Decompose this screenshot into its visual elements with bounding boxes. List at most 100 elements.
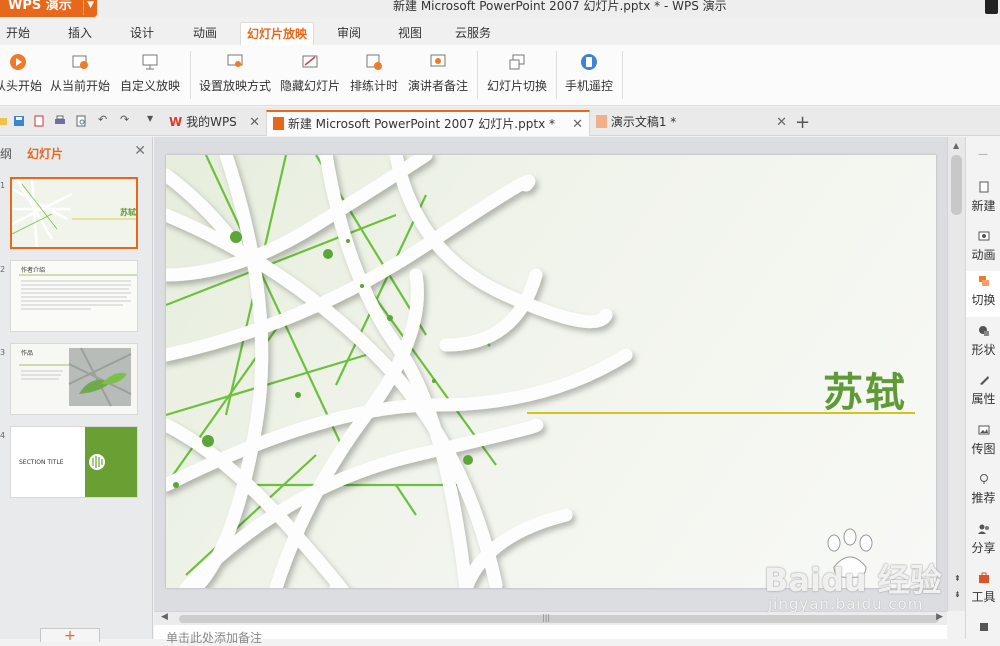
sidebar-item-shapes[interactable]: 形状 <box>966 321 1000 367</box>
ribbon-divider <box>556 51 557 99</box>
tab-start[interactable]: 开始 <box>0 22 36 45</box>
corner-icon[interactable] <box>985 0 998 14</box>
slide-number: 2 <box>0 265 6 274</box>
sidebar-item-transition[interactable]: 切换 <box>966 271 1000 317</box>
rehearse-timing-icon <box>366 54 382 70</box>
notes-placeholder: 单击此处添加备注 <box>166 631 263 645</box>
sidebar-item-upload-image[interactable]: 传图 <box>966 420 1000 466</box>
tab-insert[interactable]: 插入 <box>62 22 98 45</box>
slide-4-preview: SECTION TITLE <box>11 427 137 497</box>
tab-presentation1[interactable]: 演示文稿1 * ✕ <box>590 110 793 136</box>
slide-transition-icon <box>509 54 525 70</box>
button-label: 设置放映方式 <box>199 79 272 93</box>
tab-cloud[interactable]: 云服务 <box>449 22 497 45</box>
sidebar-item-new[interactable]: 新建 <box>966 177 1000 223</box>
export-pdf-icon[interactable] <box>33 115 45 127</box>
title-bar: WPS 演示 ▼ 新建 Microsoft PowerPoint 2007 幻灯… <box>0 0 1000 17</box>
phone-remote-icon <box>581 54 597 70</box>
hide-slide-button[interactable]: 隐藏幻灯片 <box>280 51 340 101</box>
play-from-current-button[interactable]: 从当前开始 <box>50 51 110 101</box>
tab-review[interactable]: 审阅 <box>331 22 367 45</box>
folder-icon[interactable] <box>0 115 8 127</box>
button-label: 从头开始 <box>0 79 43 93</box>
slide-thumbnail-2[interactable]: 作者介绍 <box>10 260 138 332</box>
animation-icon <box>978 231 989 241</box>
sidebar-item-label: 形状 <box>971 343 996 357</box>
slide-number: 1 <box>0 181 6 190</box>
ribbon: 从头开始 从当前开始 自定义放映 设置放映方式 隐藏幻灯片 排练计时 演讲者备注… <box>0 45 1000 106</box>
sidebar-item-properties[interactable]: 属性 <box>966 370 1000 416</box>
phone-remote-button[interactable]: 手机遥控 <box>565 51 613 101</box>
ribbon-divider <box>190 51 191 99</box>
chevron-down-icon[interactable]: ▼ <box>83 0 94 15</box>
redo-icon[interactable]: ↷ <box>120 113 132 126</box>
app-button-label: WPS 演示 <box>8 0 72 13</box>
doctab-label: 演示文稿1 * <box>610 115 677 129</box>
sidebar-item-animation[interactable]: 动画 <box>966 226 1000 272</box>
print-icon[interactable] <box>54 115 66 127</box>
speaker-notes-button[interactable]: 演讲者备注 <box>408 51 468 101</box>
scroll-up-icon[interactable]: ▲ <box>953 141 959 150</box>
sidebar-item-recommend[interactable]: 推荐 <box>966 469 1000 515</box>
play-from-current-icon <box>72 55 88 69</box>
save-icon[interactable] <box>13 115 25 127</box>
thumb-title: SECTION TITLE <box>19 459 64 466</box>
play-circle-icon <box>10 54 26 70</box>
ribbon-divider <box>477 51 478 99</box>
close-icon[interactable]: ✕ <box>249 110 260 135</box>
rehearse-timing-button[interactable]: 排练计时 <box>350 51 398 101</box>
title-underline <box>527 412 915 414</box>
tab-slides[interactable]: 幻灯片 <box>27 145 63 162</box>
hide-slide-icon <box>302 55 318 68</box>
slide-background-graphic <box>166 155 633 588</box>
scroll-left-icon[interactable]: ◀ <box>161 612 168 622</box>
button-label: 自定义放映 <box>120 79 181 93</box>
custom-show-icon <box>142 54 158 70</box>
document-tab-bar: ↶ ↷ ▼ W 我的WPS ✕ 新建 Microsoft PowerPoint … <box>0 107 1000 136</box>
current-slide[interactable]: 苏轼 <box>166 155 936 588</box>
tab-design[interactable]: 设计 <box>124 22 160 45</box>
slide-thumbnail-4[interactable]: SECTION TITLE <box>10 426 138 498</box>
slide-number: 3 <box>0 348 6 357</box>
slide-transition-button[interactable]: 幻灯片切换 <box>487 51 547 101</box>
slide-thumbnail-1[interactable]: 苏轼 <box>10 177 138 249</box>
slide-thumbnail-pane: 纲 幻灯片 ✕ 1 苏轼 2 作者介绍 3 作品 4 SECTION TITLE… <box>0 137 153 643</box>
new-icon <box>979 181 988 193</box>
close-icon[interactable]: ✕ <box>572 112 583 137</box>
tab-view[interactable]: 视图 <box>392 22 428 45</box>
play-from-start-button[interactable]: 从头开始 <box>0 51 42 101</box>
wps-app-menu-button[interactable]: WPS 演示 ▼ <box>0 0 97 17</box>
wps-logo-icon: W <box>169 115 183 129</box>
close-icon[interactable]: ✕ <box>134 143 146 159</box>
close-icon[interactable]: ✕ <box>776 110 787 135</box>
scrollbar-thumb[interactable] <box>951 155 962 215</box>
setup-show-icon <box>227 54 243 67</box>
slide-thumbnail-3[interactable]: 作品 <box>10 343 138 415</box>
custom-show-button[interactable]: 自定义放映 <box>120 51 180 101</box>
tab-animation[interactable]: 动画 <box>187 22 223 45</box>
slide-title[interactable]: 苏轼 <box>823 360 907 418</box>
button-label: 隐藏幻灯片 <box>280 79 341 93</box>
button-label: 手机遥控 <box>565 79 614 93</box>
tab-current-document[interactable]: 新建 Microsoft PowerPoint 2007 幻灯片.pptx * … <box>266 110 590 136</box>
properties-icon <box>979 376 989 385</box>
setup-show-button[interactable]: 设置放映方式 <box>199 51 271 101</box>
print-preview-icon[interactable] <box>75 115 87 127</box>
undo-icon[interactable]: ↶ <box>98 113 110 126</box>
ppt-file-icon <box>273 117 284 130</box>
upload-image-icon <box>978 425 989 435</box>
sidebar-item-label: 推荐 <box>971 491 996 505</box>
menu-bar: 开始 插入 设计 动画 幻灯片放映 审阅 视图 云服务 <box>0 17 1000 45</box>
collapse-handle-icon[interactable]: — <box>978 149 988 160</box>
add-slide-button[interactable]: + <box>40 628 100 643</box>
sidebar-item-label: 传图 <box>971 442 996 456</box>
button-label: 演讲者备注 <box>408 79 469 93</box>
chevron-down-icon[interactable]: ▼ <box>147 114 159 126</box>
tab-outline[interactable]: 纲 <box>0 145 12 162</box>
tab-my-wps[interactable]: W 我的WPS ✕ <box>163 110 266 136</box>
button-label: 从当前开始 <box>50 79 111 93</box>
add-tab-icon[interactable]: + <box>795 112 810 133</box>
slide-1-preview: 苏轼 <box>12 179 136 247</box>
tab-slideshow[interactable]: 幻灯片放映 <box>240 22 315 45</box>
thumb-title: 作者介绍 <box>21 266 45 274</box>
